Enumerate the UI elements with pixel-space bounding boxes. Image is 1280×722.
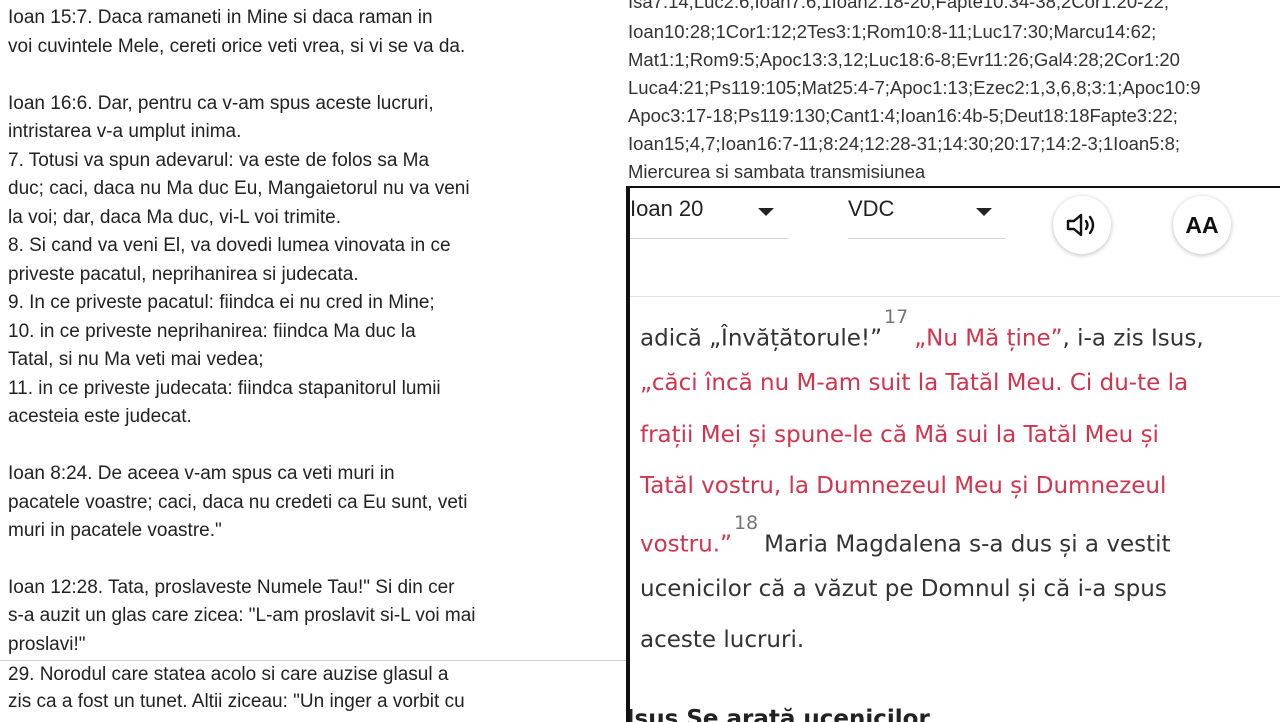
verse-line: „căci încă nu M-am suit la Tatăl Meu. Ci… bbox=[640, 370, 1189, 396]
doc-line: s-a auzit un glas care zicea: "L-am pros… bbox=[8, 605, 476, 626]
verse-number: 17 bbox=[884, 306, 909, 328]
verse-text-red: vostru.” bbox=[640, 531, 732, 558]
chapter-select-value: Ioan 20 bbox=[630, 196, 704, 221]
doc-line: Ioan 8:24. De aceea v-am spus ca veti mu… bbox=[8, 463, 395, 484]
doc-line: Ioan 15:7. Daca ramaneti in Mine si daca… bbox=[8, 7, 433, 28]
verse-line: aceste lucruri. bbox=[640, 627, 805, 653]
doc-line: intristarea v-a umplut inima. bbox=[8, 121, 242, 142]
reference-line: Apoc3:17-18;Ps119:130;Cant1:4;Ioan16:4b-… bbox=[628, 105, 1178, 126]
doc-line: duc; caci, daca nu Ma duc Eu, Mangaietor… bbox=[8, 178, 470, 199]
doc-line: 10. in ce priveste neprihanirea: fiindca… bbox=[8, 321, 416, 342]
doc-line: 29. Norodul care statea acolo si care au… bbox=[8, 664, 449, 685]
reference-line: Miercurea si sambata transmisiunea bbox=[628, 161, 926, 182]
audio-button[interactable] bbox=[1053, 196, 1111, 254]
verse-line: ucenicilor că a văzut pe Domnul și că i-… bbox=[640, 576, 1167, 602]
reference-line: Mat1:1;Rom9:5;Apoc13:3,12;Luc18:6-8;Evr1… bbox=[628, 49, 1180, 70]
font-size-icon: AA bbox=[1185, 211, 1219, 238]
speaker-icon bbox=[1066, 213, 1095, 237]
doc-line: 9. In ce priveste pacatul: fiindca ei nu… bbox=[8, 292, 435, 313]
doc-line: zis ca a fost un tunet. Altii ziceau: "U… bbox=[8, 691, 465, 712]
version-select[interactable]: VDC bbox=[848, 192, 1006, 239]
reference-list: Isa7:14;Luc2:6;Ioan7:6;1Ioan2:18-20;Fapt… bbox=[628, 0, 1280, 186]
verse-number: 18 bbox=[733, 512, 759, 534]
reference-line: Luca4:21;Ps119:105;Mat25:4-7;Apoc1:13;Ez… bbox=[628, 77, 1201, 98]
doc-line: Ioan 16:6. Dar, pentru ca v-am spus aces… bbox=[8, 93, 434, 114]
doc-line: proslavi!" bbox=[8, 634, 86, 655]
doc-line: acesteia este judecat. bbox=[8, 406, 192, 427]
font-size-button[interactable]: AA bbox=[1173, 196, 1231, 254]
doc-line: 7. Totusi va spun adevarul: va este de f… bbox=[8, 150, 430, 171]
doc-line: la voi; dar, daca Ma duc, vi-L voi trimi… bbox=[8, 207, 341, 228]
reference-line: Isa7:14;Luc2:6;Ioan7:6;1Ioan2:18-20;Fapt… bbox=[628, 0, 1170, 12]
doc-line: 8. Si cand va veni El, va dovedi lumea v… bbox=[8, 235, 451, 256]
verse-text-red: „Nu Mă ține” bbox=[914, 325, 1063, 352]
doc-line: priveste pacatul, neprihanirea si judeca… bbox=[8, 264, 359, 285]
header-divider bbox=[630, 296, 1280, 297]
verse-line: frații Mei și spune-le că Mă sui la Tată… bbox=[640, 422, 1159, 448]
doc-line: Ioan 12:28. Tata, proslaveste Numele Tau… bbox=[8, 577, 455, 598]
reference-line: Ioan15;4,7;Ioan16:7-11;8:24;12:28-31;14:… bbox=[628, 133, 1181, 154]
bible-app-window: Ioan 20 VDC AA adică „Învățătorule!”17„N… bbox=[626, 186, 1280, 722]
verse-line: adică „Învățătorule!”17„Nu Mă ține”, i-a… bbox=[640, 306, 1204, 354]
left-document: Ioan 15:7. Daca ramaneti in Mine si daca… bbox=[0, 0, 626, 720]
verse-line: vostru.”18Maria Magdalena s-a dus și a v… bbox=[640, 512, 1171, 560]
verse-line: Tatăl vostru, la Dumnezeul Meu și Dumnez… bbox=[640, 473, 1167, 499]
doc-line: Tatal, si nu Ma veti mai vedea; bbox=[8, 349, 264, 370]
doc-line: 11. in ce priveste judecata: fiindca sta… bbox=[8, 378, 441, 399]
chapter-select[interactable]: Ioan 20 bbox=[630, 192, 788, 239]
doc-line: voi cuvintele Mele, cereti orice veti vr… bbox=[8, 36, 466, 57]
version-select-value: VDC bbox=[848, 196, 895, 221]
chevron-down-icon bbox=[758, 208, 774, 216]
reference-line: Ioan10:28;1Cor1:12;2Tes3:1;Rom10:8-11;Lu… bbox=[628, 21, 1157, 42]
verse-text: adică „Învățătorule!” bbox=[640, 325, 883, 352]
doc-line: pacatele voastre; caci, daca nu credeti … bbox=[8, 492, 468, 513]
verse-text: Maria Magdalena s-a dus și a vestit bbox=[764, 531, 1171, 558]
verse-text: , i-a zis Isus, bbox=[1062, 325, 1204, 352]
chevron-down-icon bbox=[976, 208, 992, 216]
doc-line: muri in pacatele voastre." bbox=[8, 520, 222, 541]
